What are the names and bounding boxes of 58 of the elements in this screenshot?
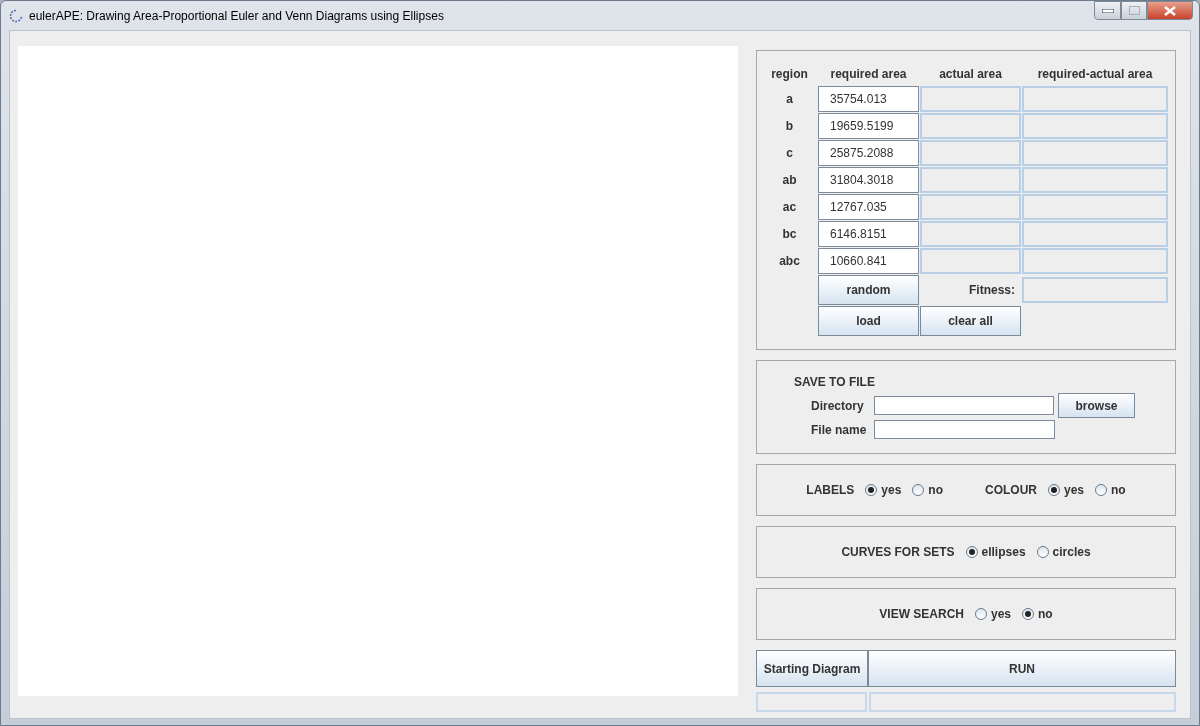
maximize-button[interactable] [1121, 1, 1147, 20]
option-label: COLOUR [985, 482, 1037, 499]
radio-button[interactable] [965, 546, 978, 558]
region-label: ac [781, 199, 798, 216]
window-title: eulerAPE: Drawing Area-Proportional Euler and Venn Diagrams using Ellipses [29, 7, 444, 25]
area-input[interactable]: 6146.8151 [818, 221, 919, 247]
close-icon [1164, 5, 1176, 16]
radio-option[interactable]: ellipses [965, 543, 1026, 561]
column-header: actual area [938, 66, 1003, 83]
section-title: SAVE TO FILE [794, 374, 876, 391]
minimize-icon [1101, 8, 1114, 13]
region-label: abc [778, 253, 801, 270]
area-input[interactable]: 12767.035 [818, 194, 919, 220]
file-name-field[interactable] [874, 420, 1055, 439]
radio-option[interactable]: circles [1036, 543, 1091, 561]
app-icon [9, 8, 23, 23]
starting-diagram-button[interactable]: Starting Diagram [756, 650, 868, 687]
option-label: VIEW SEARCH [879, 606, 964, 623]
radio-option[interactable]: yes [975, 605, 1011, 623]
radio-option[interactable]: yes [1048, 481, 1085, 499]
radio-option[interactable]: no [1022, 605, 1053, 623]
radio-button[interactable] [975, 608, 987, 620]
radio-button[interactable] [865, 484, 878, 496]
radio-button[interactable] [1036, 546, 1049, 558]
region-label: a [785, 91, 794, 108]
column-header: required-actual area [1036, 66, 1154, 83]
radio-option[interactable]: no [912, 481, 943, 499]
radio-option[interactable]: yes [865, 481, 902, 499]
directory-field[interactable] [874, 396, 1054, 415]
area-input[interactable]: 31804.3018 [818, 167, 919, 193]
column-header: region [770, 66, 809, 83]
random-button[interactable]: random [818, 275, 919, 305]
directory-label: Directory [810, 397, 865, 415]
maximize-icon [1128, 6, 1140, 15]
option-label: LABELS [806, 482, 855, 499]
browse-button[interactable]: browse [1058, 393, 1135, 418]
fitness-label: Fitness: [968, 282, 1016, 299]
region-label: c [785, 145, 794, 162]
run-button[interactable]: RUN [868, 650, 1176, 687]
file-name-label: File name [810, 421, 868, 439]
area-input[interactable]: 10660.841 [818, 248, 919, 274]
region-label: b [784, 118, 795, 135]
close-button[interactable] [1147, 1, 1193, 20]
radio-button[interactable] [1048, 484, 1060, 496]
option-label: CURVES FOR SETS [841, 544, 955, 561]
area-input[interactable]: 19659.5199 [818, 113, 919, 139]
radio-button[interactable] [1095, 484, 1108, 496]
region-label: ab [781, 172, 798, 189]
radio-button[interactable] [1022, 608, 1034, 620]
load-button[interactable]: load [818, 306, 919, 336]
clear-all-button[interactable]: clear all [920, 306, 1021, 336]
minimize-button[interactable] [1094, 1, 1121, 20]
radio-option[interactable]: no [1095, 481, 1126, 499]
radio-button[interactable] [912, 484, 925, 496]
area-input[interactable]: 35754.013 [818, 86, 919, 112]
region-label: bc [781, 226, 798, 243]
column-header: required area [829, 66, 908, 83]
area-input[interactable]: 25875.2088 [818, 140, 919, 166]
